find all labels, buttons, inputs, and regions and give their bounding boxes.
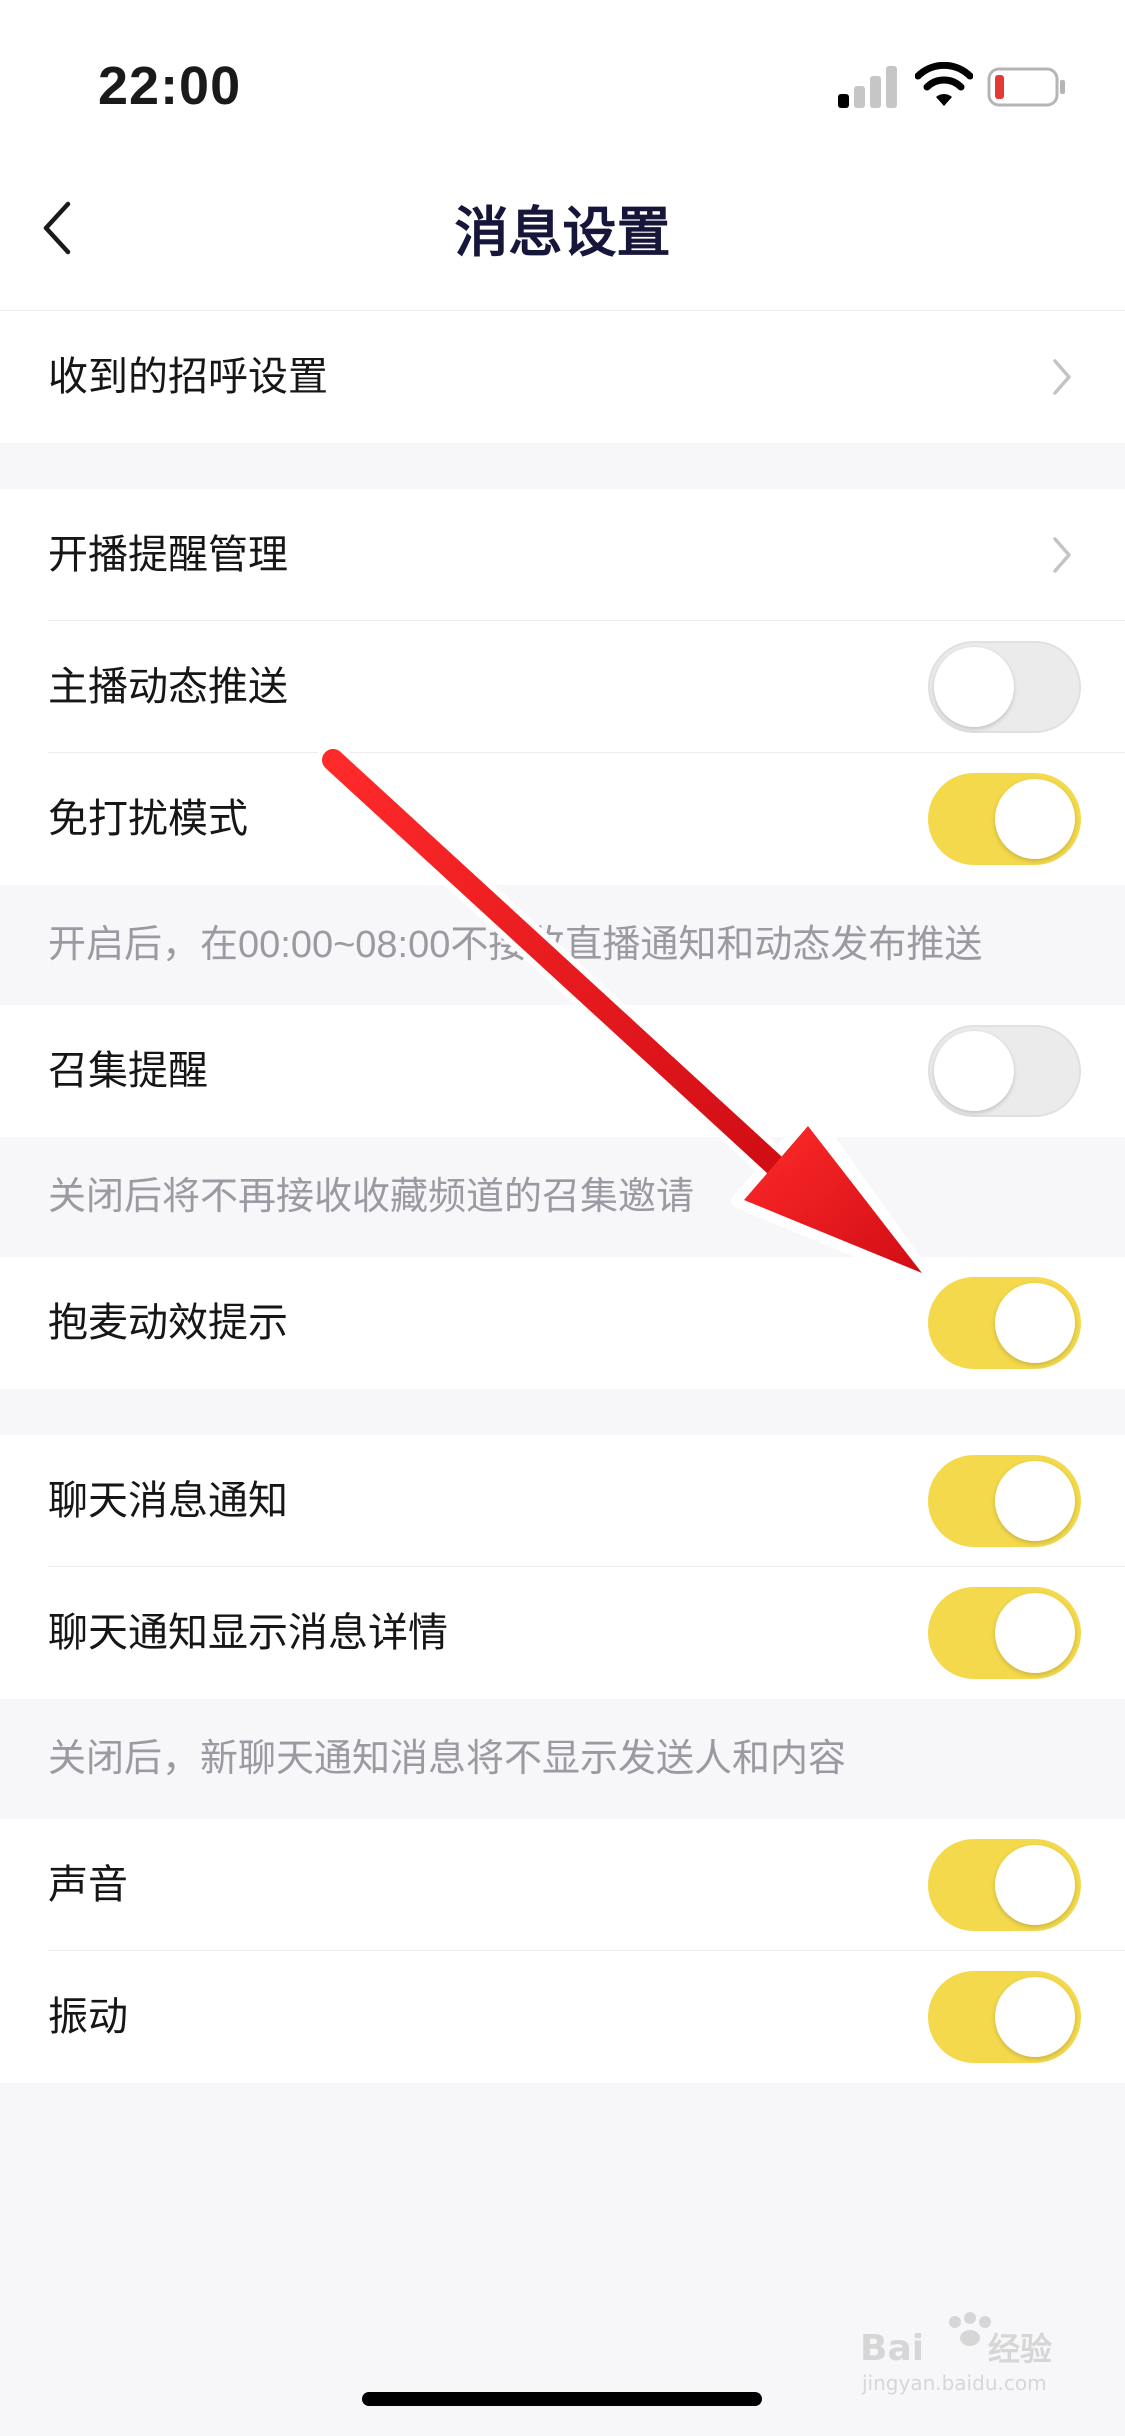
settings-row-mic-animation: 抱麦动效提示 (0, 1257, 1125, 1389)
cellular-signal-icon (838, 64, 898, 108)
settings-row-chat-detail: 聊天通知显示消息详情 (0, 1567, 1125, 1699)
vibration-toggle[interactable] (928, 1971, 1081, 2063)
row-label: 抱麦动效提示 (48, 1301, 288, 1345)
row-label: 声音 (48, 1863, 128, 1907)
settings-row-vibration: 振动 (0, 1951, 1125, 2083)
toggle-knob (995, 779, 1075, 859)
status-time: 22:00 (98, 56, 242, 116)
toggle-knob (995, 1283, 1075, 1363)
home-indicator (362, 2392, 762, 2406)
chat-notify-toggle[interactable] (928, 1455, 1081, 1547)
gather-reminder-toggle[interactable] (928, 1025, 1081, 1117)
toggle-knob (995, 1845, 1075, 1925)
baidu-jingyan-watermark: Bai 经验 jingyan.baidu.com (860, 2312, 1052, 2395)
toggle-knob (995, 1461, 1075, 1541)
settings-row-do-not-disturb: 免打扰模式 (0, 753, 1125, 885)
message-settings-screen: 22:00 消息设置 收到的招呼设置 开播提醒管理 主播动态推送 免打扰模式 开… (0, 0, 1125, 2436)
chevron-right-icon (1053, 537, 1071, 573)
wifi-icon (915, 62, 973, 106)
svg-text:经验: 经验 (988, 2330, 1052, 2368)
page-title: 消息设置 (454, 203, 671, 263)
settings-row-greeting[interactable]: 收到的招呼设置 (0, 311, 1125, 443)
toggle-knob (934, 647, 1014, 727)
row-label: 开播提醒管理 (48, 533, 288, 577)
settings-row-anchor-feed: 主播动态推送 (0, 621, 1125, 753)
toggle-knob (934, 1031, 1014, 1111)
row-label: 主播动态推送 (48, 665, 288, 709)
row-label: 振动 (48, 1995, 128, 2039)
nav-bar: 消息设置 (0, 150, 1125, 311)
mic-animation-toggle[interactable] (928, 1277, 1081, 1369)
chevron-right-icon (1053, 359, 1071, 395)
sound-toggle[interactable] (928, 1839, 1081, 1931)
do-not-disturb-note: 开启后，在00:00~08:00不接收直播通知和动态发布推送 (48, 924, 983, 966)
gather-reminder-note: 关闭后将不再接收收藏频道的召集邀请 (48, 1176, 695, 1218)
row-label: 聊天消息通知 (48, 1479, 288, 1523)
row-label: 收到的招呼设置 (48, 355, 328, 399)
settings-row-live-reminder[interactable]: 开播提醒管理 (0, 489, 1125, 621)
do-not-disturb-toggle[interactable] (928, 773, 1081, 865)
settings-row-sound: 声音 (0, 1819, 1125, 1951)
svg-text:jingyan.baidu.com: jingyan.baidu.com (861, 2371, 1047, 2395)
toggle-knob (995, 1977, 1075, 2057)
svg-text:Bai: Bai (860, 2328, 924, 2369)
settings-row-gather-reminder: 召集提醒 (0, 1005, 1125, 1137)
toggle-knob (995, 1593, 1075, 1673)
chat-detail-toggle[interactable] (928, 1587, 1081, 1679)
row-label: 召集提醒 (48, 1049, 208, 1093)
battery-low-icon (987, 67, 1065, 107)
status-bar: 22:00 (0, 0, 1125, 150)
row-label: 免打扰模式 (48, 797, 248, 841)
row-label: 聊天通知显示消息详情 (48, 1611, 448, 1655)
settings-row-chat-notify: 聊天消息通知 (0, 1435, 1125, 1567)
chat-detail-note: 关闭后，新聊天通知消息将不显示发送人和内容 (48, 1738, 847, 1780)
anchor-feed-toggle[interactable] (928, 641, 1081, 733)
